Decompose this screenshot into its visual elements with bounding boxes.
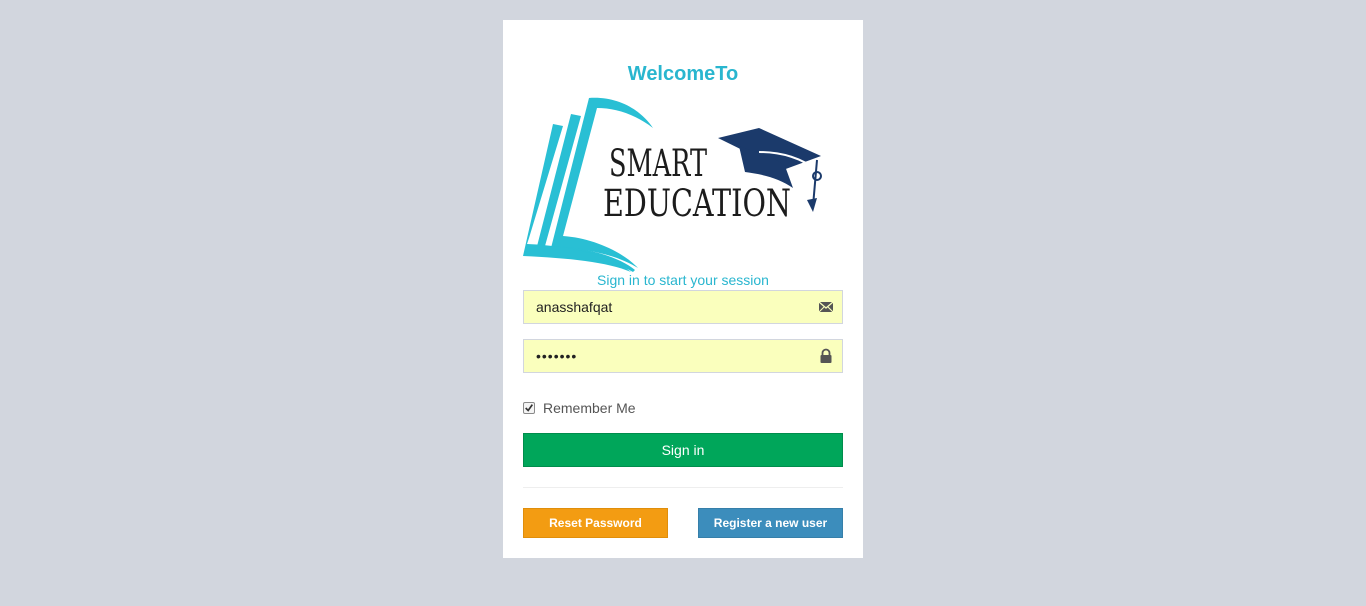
envelope-icon	[818, 301, 834, 313]
logo-text-education: EDUCATION	[603, 182, 791, 225]
sign-in-button[interactable]: Sign in	[523, 433, 843, 467]
register-button[interactable]: Register a new user	[698, 508, 843, 538]
welcome-heading: WelcomeTo	[627, 63, 739, 85]
reset-password-button[interactable]: Reset Password	[523, 508, 668, 538]
remember-me[interactable]: Remember Me	[523, 400, 636, 416]
password-field-wrapper	[523, 339, 843, 373]
username-field-wrapper	[523, 290, 843, 324]
logo-text-smart: SMART	[609, 142, 707, 185]
lock-icon	[820, 348, 832, 363]
username-input[interactable]	[524, 291, 842, 323]
password-input[interactable]	[524, 340, 842, 372]
remember-checkbox[interactable]	[523, 402, 535, 414]
checkmark-icon	[525, 404, 534, 412]
session-subtitle: Sign in to start your session	[597, 272, 769, 288]
remember-label: Remember Me	[543, 400, 636, 416]
login-box: WelcomeTo SMART EDUCATION Sign in to sta…	[503, 20, 863, 558]
smart-education-logo: SMART EDUCATION	[523, 97, 822, 272]
divider	[523, 487, 843, 488]
